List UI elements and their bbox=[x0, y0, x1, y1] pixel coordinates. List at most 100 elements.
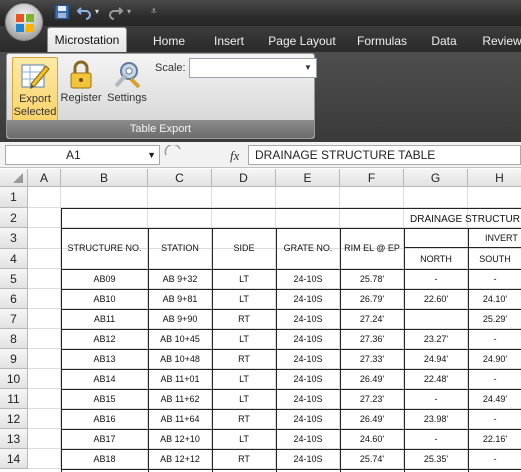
customize-toolbar-icon[interactable]: ⩡ bbox=[151, 4, 157, 20]
column-header-b[interactable]: B bbox=[61, 169, 148, 187]
cell[interactable] bbox=[28, 249, 61, 269]
redo-dropdown-icon[interactable]: ▾ bbox=[127, 4, 131, 20]
tab-home[interactable]: Home bbox=[147, 30, 191, 52]
cell[interactable] bbox=[28, 309, 61, 329]
undo-icon[interactable] bbox=[76, 4, 92, 20]
cell-invert-north: 23.27' bbox=[423, 334, 449, 344]
cell[interactable] bbox=[212, 208, 276, 228]
name-box[interactable]: A1 ▼ bbox=[5, 145, 160, 165]
cell[interactable] bbox=[404, 187, 468, 208]
cell[interactable] bbox=[404, 309, 468, 329]
chevron-down-icon[interactable]: ▼ bbox=[147, 146, 156, 164]
cell[interactable] bbox=[28, 289, 61, 309]
row-header-2[interactable]: 2 bbox=[0, 208, 28, 228]
cell-grate-no: 24-10S bbox=[293, 274, 323, 284]
save-icon[interactable] bbox=[54, 4, 70, 20]
row-header-13[interactable]: 13 bbox=[0, 429, 28, 449]
cell[interactable] bbox=[28, 329, 61, 349]
fx-icon[interactable]: fx bbox=[230, 148, 240, 163]
row-header-12[interactable]: 12 bbox=[0, 409, 28, 429]
undo-dropdown-icon[interactable]: ▾ bbox=[95, 4, 99, 20]
cell[interactable] bbox=[468, 187, 521, 208]
cell-invert-south: - bbox=[493, 414, 497, 424]
column-header-h[interactable]: H bbox=[468, 169, 521, 187]
cell[interactable] bbox=[212, 187, 276, 208]
cell[interactable] bbox=[61, 208, 148, 228]
column-header-c[interactable]: C bbox=[148, 169, 212, 187]
cell-rim-el: 27.23' bbox=[359, 394, 385, 404]
column-header-a[interactable]: A bbox=[28, 169, 61, 187]
cell[interactable] bbox=[28, 228, 61, 249]
scale-dropdown[interactable]: ▼ bbox=[189, 58, 317, 78]
chevron-down-icon[interactable]: ▼ bbox=[301, 60, 315, 76]
formula-controls: fx bbox=[164, 143, 240, 163]
row-header-14[interactable]: 14 bbox=[0, 449, 28, 469]
tab-microstation[interactable]: Microstation bbox=[47, 27, 127, 52]
tab-formulas[interactable]: Formulas bbox=[354, 30, 410, 52]
column-header-e[interactable]: E bbox=[276, 169, 340, 187]
cell-station: AB 12+10 bbox=[160, 434, 200, 444]
column-header-d[interactable]: D bbox=[212, 169, 276, 187]
spreadsheet-grid[interactable]: A B C D E F G H 1 2 3 4 5 6 7 8 9 10 11 12 13 14 DRAINAGE STRU… bbox=[0, 169, 521, 472]
table-border bbox=[61, 349, 521, 350]
cell-rim-el: 27.33' bbox=[359, 354, 385, 364]
cell-grate-no: 24-10S bbox=[293, 314, 323, 324]
cell[interactable] bbox=[28, 369, 61, 389]
row-header-8[interactable]: 8 bbox=[0, 329, 28, 349]
tab-insert[interactable]: Insert bbox=[208, 30, 250, 52]
cell[interactable] bbox=[28, 449, 61, 469]
cell[interactable] bbox=[340, 187, 404, 208]
cell[interactable] bbox=[28, 269, 61, 289]
settings-label: Settings bbox=[107, 92, 147, 104]
cell[interactable] bbox=[28, 409, 61, 429]
register-button[interactable]: Register bbox=[59, 57, 103, 121]
row-header-1[interactable]: 1 bbox=[0, 187, 28, 208]
cell-rim-el: 26.49' bbox=[359, 414, 385, 424]
cell-invert-south: - bbox=[493, 374, 497, 384]
row-header-5[interactable]: 5 bbox=[0, 269, 28, 289]
cell[interactable] bbox=[28, 208, 61, 228]
table-border bbox=[61, 369, 521, 370]
header-side: SIDE bbox=[233, 243, 255, 253]
cell[interactable] bbox=[276, 208, 340, 228]
select-all-corner[interactable] bbox=[0, 169, 28, 187]
office-button[interactable] bbox=[4, 2, 44, 42]
cell-side: LT bbox=[239, 334, 249, 344]
row-header-7[interactable]: 7 bbox=[0, 309, 28, 329]
cell-rim-el: 26.79' bbox=[359, 294, 385, 304]
settings-button[interactable]: Settings bbox=[104, 57, 150, 121]
formula-input[interactable]: DRAINAGE STRUCTURE TABLE bbox=[248, 145, 521, 165]
redo-icon[interactable] bbox=[108, 4, 124, 20]
cell-rim-el: 27.36' bbox=[359, 334, 385, 344]
tab-data[interactable]: Data bbox=[425, 30, 463, 52]
cell[interactable] bbox=[28, 389, 61, 409]
tab-review[interactable]: Review bbox=[478, 30, 521, 52]
cell[interactable] bbox=[28, 187, 61, 208]
tab-page-layout[interactable]: Page Layout bbox=[266, 30, 338, 52]
cell-rim-el: 26.49' bbox=[359, 374, 385, 384]
row-header-3[interactable]: 3 bbox=[0, 228, 28, 249]
cell[interactable] bbox=[28, 429, 61, 449]
row-header-10[interactable]: 10 bbox=[0, 369, 28, 389]
cell[interactable] bbox=[28, 349, 61, 369]
column-header-g[interactable]: G bbox=[404, 169, 468, 187]
cell[interactable] bbox=[404, 228, 468, 249]
cell[interactable] bbox=[148, 208, 212, 228]
row-header-11[interactable]: 11 bbox=[0, 389, 28, 409]
cell-rim-el: 24.60' bbox=[359, 434, 385, 444]
table-border bbox=[61, 429, 521, 430]
cell[interactable] bbox=[340, 208, 404, 228]
row-header-9[interactable]: 9 bbox=[0, 349, 28, 369]
cell[interactable] bbox=[61, 187, 148, 208]
export-selected-button[interactable]: Export Selected bbox=[12, 57, 58, 121]
column-header-f[interactable]: F bbox=[340, 169, 404, 187]
cell-invert-north: - bbox=[434, 394, 438, 404]
register-label: Register bbox=[60, 92, 102, 104]
row-header-6[interactable]: 6 bbox=[0, 289, 28, 309]
cell-invert-north: - bbox=[434, 434, 438, 444]
cell-side: RT bbox=[238, 454, 250, 464]
cell[interactable] bbox=[148, 187, 212, 208]
cell-side: LT bbox=[239, 274, 249, 284]
cell[interactable] bbox=[276, 187, 340, 208]
row-header-4[interactable]: 4 bbox=[0, 249, 28, 269]
